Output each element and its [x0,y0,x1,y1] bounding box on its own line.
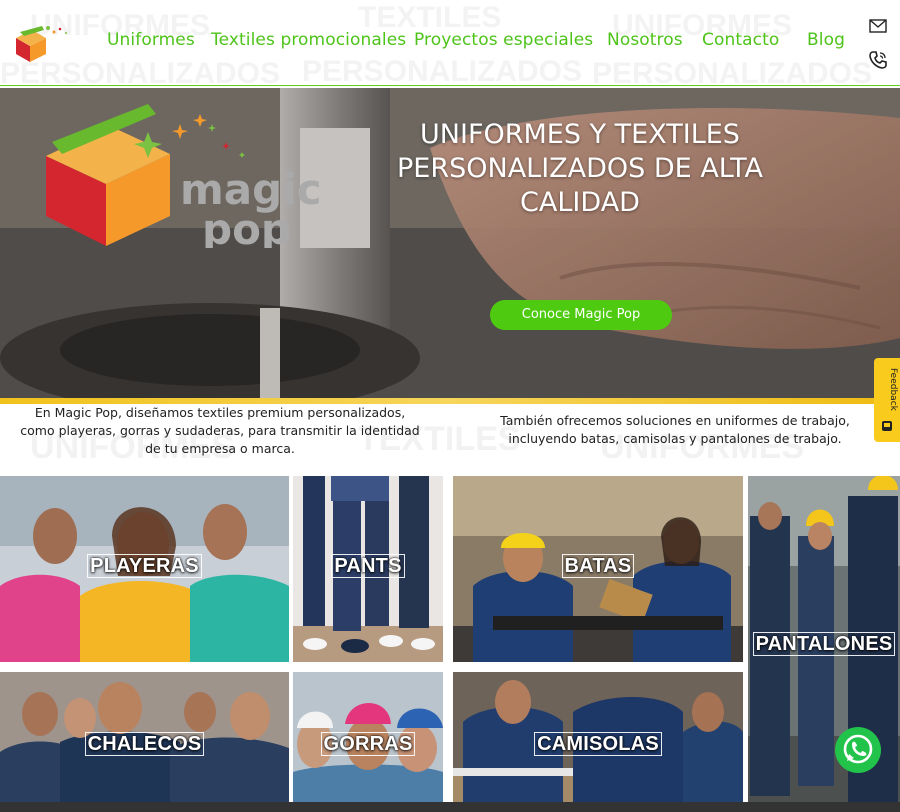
nav-textiles-promocionales[interactable]: Textiles promocionales [211,30,406,50]
nav-uniformes[interactable]: Uniformes [107,30,195,50]
bottom-bar [0,802,900,812]
feedback-icon [882,421,892,431]
tile-label: BATAS [561,554,635,578]
category-tile-playeras[interactable]: PLAYERAS [0,476,289,662]
nav-contacto[interactable]: Contacto [702,30,779,50]
tile-label: CHALECOS [84,732,205,756]
whatsapp-icon [843,734,873,764]
tile-caption: CHALECOS [0,732,289,756]
mail-icon[interactable] [868,16,888,36]
watermark-text: TEXTILES [358,1,502,34]
hero-logo: magic pop [46,104,321,248]
site-header: UNIFORMES TEXTILES UNIFORMES PERSONALIZA… [0,0,900,86]
tile-caption: GORRAS [293,732,443,756]
nav-blog[interactable]: Blog [807,30,845,50]
tile-label: PANTS [331,554,405,578]
nav-proyectos-especiales[interactable]: Proyectos especiales [414,30,593,50]
category-tile-pants[interactable]: PANTS [293,476,443,662]
site-logo[interactable] [14,20,70,64]
tile-label: GORRAS [320,732,416,756]
hero-title-line: UNIFORMES Y TEXTILES [420,119,740,150]
feedback-tab[interactable]: Feedback [874,358,900,442]
conoce-magic-pop-button[interactable]: Conoce Magic Pop [490,300,672,330]
hero-banner: magic pop UNIFORMES Y TEXTILES PERSONALI… [0,88,900,403]
category-tile-gorras[interactable]: GORRAS [293,672,443,802]
intro-text-right: También ofrecemos soluciones en uniforme… [500,413,850,446]
hero-title-line: CALIDAD [520,187,640,218]
watermark-text: PERSONALIZADOS [592,57,873,87]
hero-title: UNIFORMES Y TEXTILES PERSONALIZADOS DE A… [370,118,790,220]
category-tile-camisolas[interactable]: CAMISOLAS [453,672,743,802]
tile-caption: BATAS [453,554,743,578]
tile-caption: PLAYERAS [0,554,289,578]
phone-icon[interactable] [868,50,888,70]
tile-caption: CAMISOLAS [453,732,743,756]
tile-caption: PANTALONES [748,632,900,656]
tile-label: CAMISOLAS [534,732,662,756]
watermark-text: PERSONALIZADOS [302,55,583,87]
nav-nosotros[interactable]: Nosotros [607,30,683,50]
tile-label: PLAYERAS [87,554,202,578]
tile-caption: PANTS [293,554,443,578]
category-tile-chalecos[interactable]: CHALECOS [0,672,289,802]
header-divider [0,85,900,86]
tile-label: PANTALONES [752,632,896,656]
hero-title-line: PERSONALIZADOS DE ALTA [397,153,763,184]
intro-text-left: En Magic Pop, diseñamos textiles premium… [20,405,420,456]
whatsapp-button[interactable] [835,727,881,773]
logo-word-pop: pop [202,205,291,248]
category-tile-batas[interactable]: BATAS [453,476,743,662]
